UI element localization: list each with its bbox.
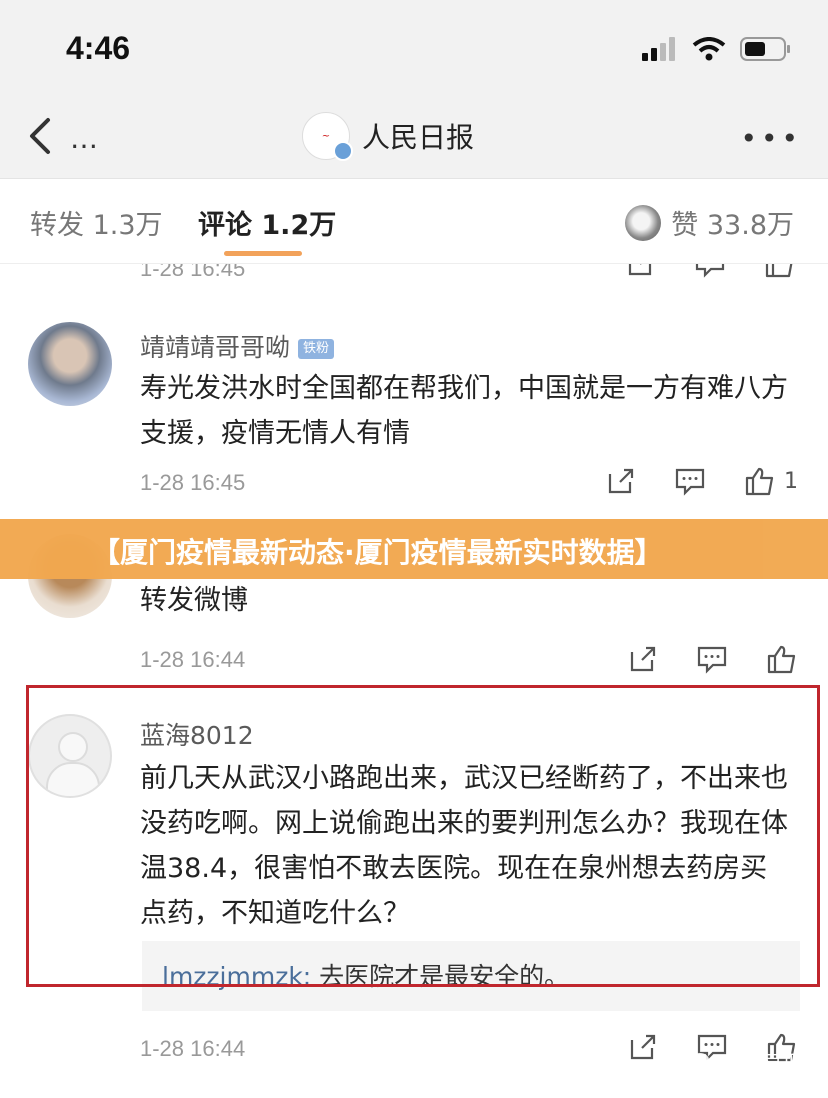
share-icon[interactable]	[626, 264, 656, 278]
user-avatar[interactable]	[28, 322, 112, 406]
tab-active-indicator	[224, 251, 302, 256]
thumb-up-icon	[745, 467, 774, 496]
like-avatar	[625, 204, 662, 241]
comment-actions: 1	[606, 466, 798, 496]
verified-badge-icon	[333, 141, 353, 161]
share-icon[interactable]	[628, 644, 658, 674]
comment-username-row: 靖靖靖哥哥呦 铁粉	[140, 328, 335, 364]
tab-bar: 转发 1.3万 评论 1.2万 赞 33.8万	[0, 179, 828, 264]
battery-icon	[740, 37, 790, 61]
wifi-icon	[692, 37, 726, 61]
fan-badge: 铁粉	[298, 339, 335, 359]
comment-icon[interactable]	[696, 644, 728, 674]
nav-title[interactable]: ~ 人民日报	[302, 112, 475, 161]
comment-text: 转发微博	[140, 585, 248, 616]
thumb-up-icon[interactable]	[764, 264, 796, 278]
signal-icon	[642, 37, 675, 61]
comment-username[interactable]: 靖靖靖哥哥呦	[140, 333, 290, 362]
like-button[interactable]: 1	[744, 466, 798, 496]
comment-text: 寿光发洪水时全国都在帮我们，中国就是一方有难八方支援，疫情无情人有情	[140, 373, 788, 449]
tab-comment[interactable]: 评论 1.2万	[198, 203, 336, 242]
watermark: 东南早报	[690, 1047, 802, 1076]
banner-title: 【厦门疫情最新动态·厦门疫情最新实时数据】	[92, 536, 663, 569]
comment-time: 1-28 16:45	[140, 264, 246, 281]
status-icons	[642, 36, 792, 62]
watermark-text: 东南早报	[722, 1051, 802, 1075]
account-logo: ~	[302, 112, 353, 161]
share-icon[interactable]	[606, 466, 636, 496]
logo-glyph: ~	[321, 130, 331, 142]
tab-forward[interactable]: 转发 1.3万	[30, 203, 163, 242]
account-name: 人民日报	[362, 121, 475, 154]
back-arrow-icon[interactable]	[22, 112, 62, 160]
status-bar: 4:46	[0, 0, 828, 100]
comment-actions	[626, 264, 796, 278]
tab-like[interactable]: 赞 33.8万	[625, 203, 794, 242]
more-menu-icon[interactable]: •••	[740, 122, 802, 155]
comment-time: 1-28 16:44	[140, 1036, 246, 1061]
comment-actions	[628, 644, 798, 674]
comment-icon[interactable]	[674, 466, 706, 496]
comment-icon[interactable]	[694, 264, 726, 278]
comment-time: 1-28 16:45	[140, 470, 246, 495]
status-time: 4:46	[66, 30, 131, 66]
comment-time: 1-28 16:44	[140, 647, 246, 672]
tab-like-label: 赞 33.8万	[671, 210, 794, 241]
share-icon[interactable]	[628, 1032, 658, 1062]
overlay-banner: 【厦门疫情最新动态·厦门疫情最新实时数据】	[0, 519, 828, 579]
more-left-icon[interactable]: …	[70, 122, 100, 155]
like-count: 1	[784, 468, 798, 494]
highlight-box	[26, 685, 820, 987]
thumb-up-icon[interactable]	[766, 644, 798, 674]
nav-bar: … ~ 人民日报 •••	[0, 100, 828, 179]
wechat-icon	[691, 1052, 715, 1070]
